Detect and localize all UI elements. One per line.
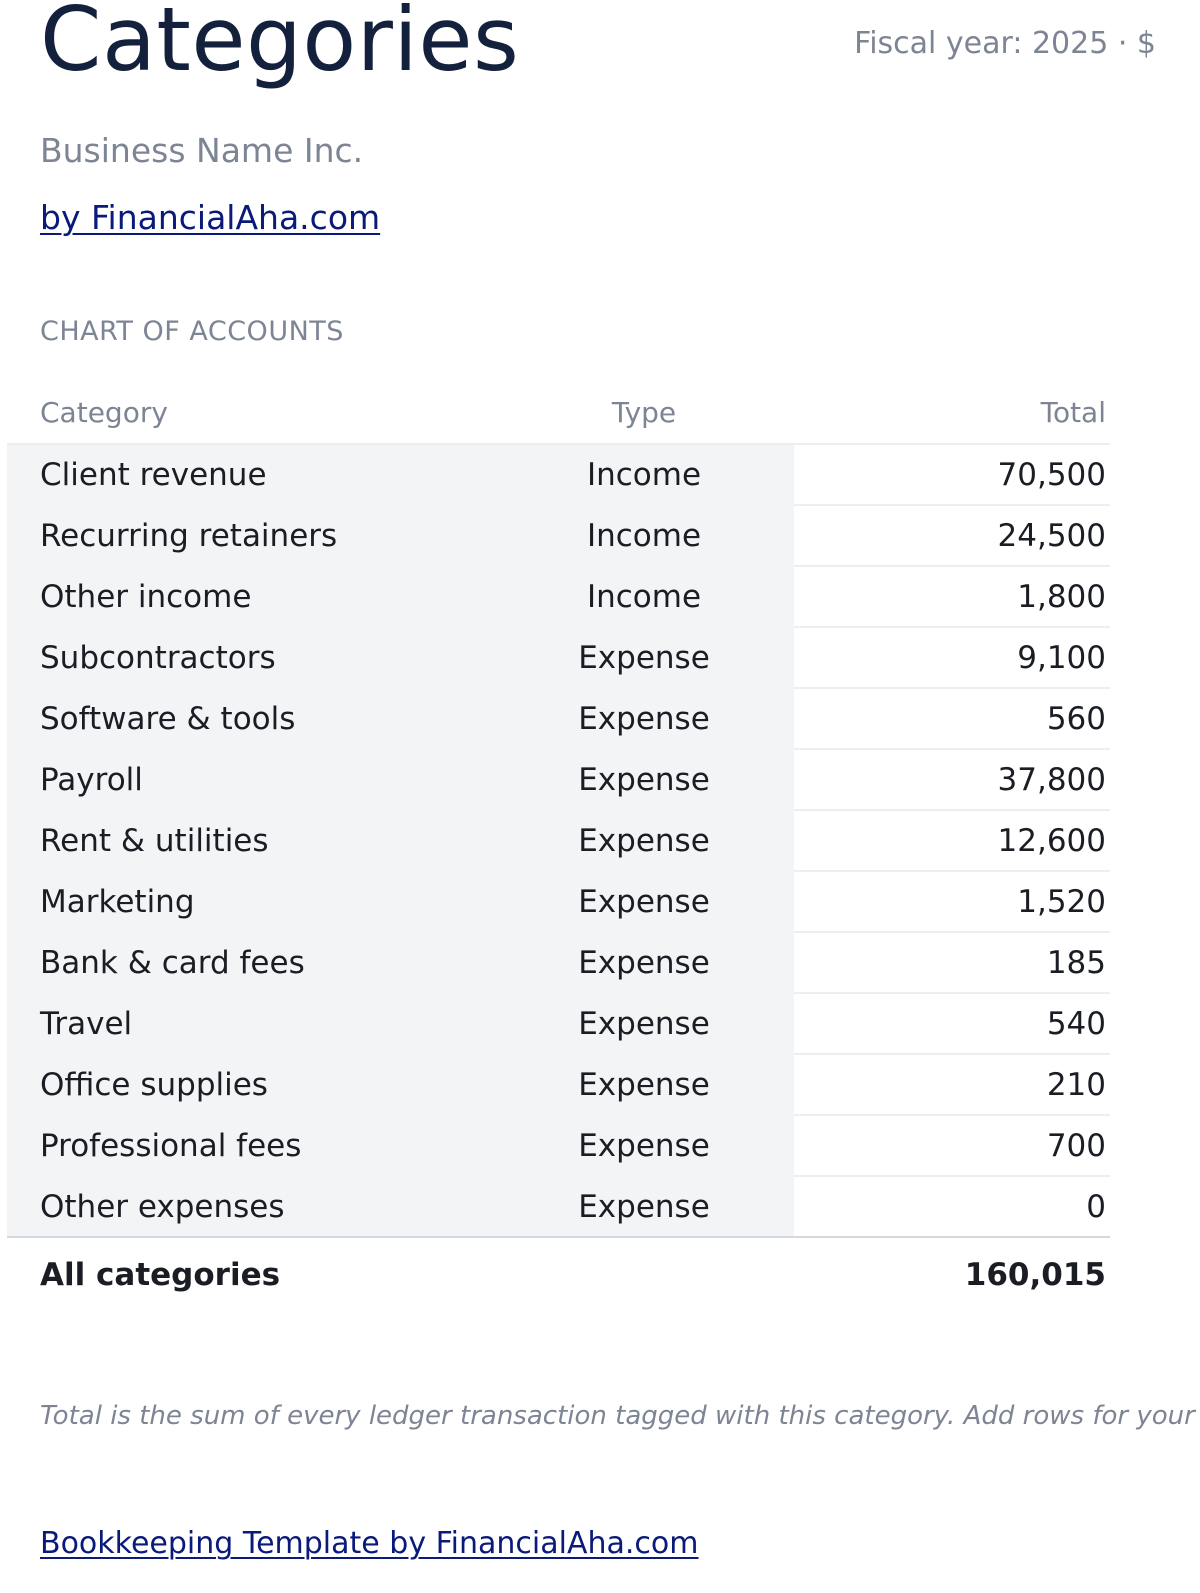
type-cell[interactable]: Expense: [494, 688, 794, 750]
table-row: Professional fees Expense 700: [7, 1115, 1110, 1177]
business-name: Business Name Inc.: [40, 131, 364, 170]
grand-total-value: 160,015: [794, 1237, 1110, 1312]
total-cell: 185: [794, 932, 1110, 994]
category-cell[interactable]: Bank & card fees: [7, 932, 494, 994]
category-cell[interactable]: Payroll: [7, 749, 494, 811]
total-cell: 0: [794, 1176, 1110, 1238]
category-cell[interactable]: Rent & utilities: [7, 810, 494, 872]
table-row: Rent & utilities Expense 12,600: [7, 810, 1110, 872]
total-cell: 700: [794, 1115, 1110, 1177]
total-cell: 540: [794, 993, 1110, 1055]
type-cell[interactable]: Expense: [494, 1115, 794, 1177]
total-cell: 1,520: [794, 871, 1110, 933]
total-cell: 37,800: [794, 749, 1110, 811]
type-cell[interactable]: Expense: [494, 1054, 794, 1116]
column-header-type: Type: [494, 381, 794, 445]
table-row: Subcontractors Expense 9,100: [7, 627, 1110, 689]
type-cell[interactable]: Expense: [494, 993, 794, 1055]
category-cell[interactable]: Professional fees: [7, 1115, 494, 1177]
table-row: Marketing Expense 1,520: [7, 871, 1110, 933]
category-cell[interactable]: Subcontractors: [7, 627, 494, 689]
total-cell: 9,100: [794, 627, 1110, 689]
category-cell[interactable]: Office supplies: [7, 1054, 494, 1116]
table-row: Client revenue Income 70,500: [7, 444, 1110, 506]
type-cell[interactable]: Expense: [494, 871, 794, 933]
fiscal-year-label: Fiscal year: 2025 · $: [854, 26, 1156, 61]
table-row: Software & tools Expense 560: [7, 688, 1110, 750]
total-cell: 560: [794, 688, 1110, 750]
category-cell[interactable]: Client revenue: [7, 444, 494, 506]
category-cell[interactable]: Marketing: [7, 871, 494, 933]
category-cell[interactable]: Other expenses: [7, 1176, 494, 1238]
column-header-total: Total: [794, 381, 1110, 445]
category-cell[interactable]: Other income: [7, 566, 494, 628]
table-row: Recurring retainers Income 24,500: [7, 505, 1110, 567]
table-row: Payroll Expense 37,800: [7, 749, 1110, 811]
total-cell: 70,500: [794, 444, 1110, 506]
section-label: CHART OF ACCOUNTS: [40, 316, 344, 347]
table-row: Travel Expense 540: [7, 993, 1110, 1055]
table-row: Other income Income 1,800: [7, 566, 1110, 628]
table-row: Office supplies Expense 210: [7, 1054, 1110, 1116]
accounts-table: Category Type Total Client revenue Incom…: [7, 381, 1110, 1312]
type-cell[interactable]: Expense: [494, 749, 794, 811]
total-cell: 1,800: [794, 566, 1110, 628]
total-cell: 12,600: [794, 810, 1110, 872]
type-cell[interactable]: Expense: [494, 1176, 794, 1238]
type-cell[interactable]: Expense: [494, 810, 794, 872]
byline-link[interactable]: by FinancialAha.com: [40, 198, 380, 238]
category-cell[interactable]: Recurring retainers: [7, 505, 494, 567]
category-cell[interactable]: Software & tools: [7, 688, 494, 750]
total-row-label: All categories: [7, 1237, 494, 1312]
table-total-row: All categories 160,015: [7, 1237, 1110, 1312]
type-cell[interactable]: Income: [494, 444, 794, 506]
column-header-category: Category: [7, 381, 494, 445]
total-cell: 210: [794, 1054, 1110, 1116]
table-header-row: Category Type Total: [7, 381, 1110, 445]
page-title: Categories: [40, 0, 520, 91]
type-cell[interactable]: Income: [494, 505, 794, 567]
category-cell[interactable]: Travel: [7, 993, 494, 1055]
table-footnote: Total is the sum of every ledger transac…: [40, 1401, 1195, 1431]
type-cell[interactable]: Expense: [494, 932, 794, 994]
total-cell: 24,500: [794, 505, 1110, 567]
footer-link[interactable]: Bookkeeping Template by FinancialAha.com: [40, 1525, 699, 1563]
type-cell[interactable]: Income: [494, 566, 794, 628]
type-cell[interactable]: Expense: [494, 627, 794, 689]
total-row-spacer: [494, 1237, 794, 1312]
table-row: Bank & card fees Expense 185: [7, 932, 1110, 994]
table-row: Other expenses Expense 0: [7, 1176, 1110, 1238]
